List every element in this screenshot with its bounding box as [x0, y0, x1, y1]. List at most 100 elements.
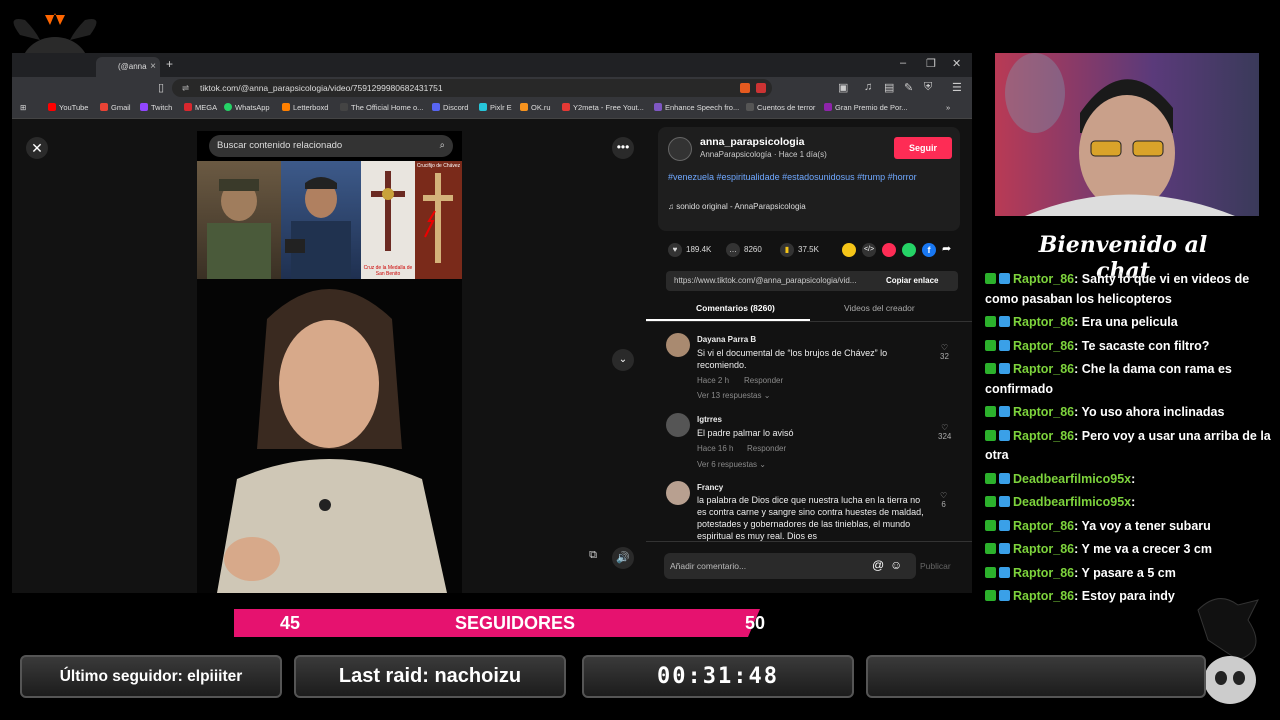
new-tab-icon[interactable]: +	[166, 57, 173, 71]
share-icon[interactable]: ➦	[942, 242, 951, 255]
bookmark-enhance-speech[interactable]: Enhance Speech fro...	[654, 103, 739, 112]
repost-icon[interactable]	[882, 243, 896, 257]
brave-shield-icon[interactable]	[740, 83, 750, 93]
pip-icon[interactable]: ⧉	[584, 549, 602, 567]
embed-icon[interactable]: </>	[862, 243, 876, 257]
search-icon[interactable]: ⌕	[440, 135, 445, 157]
tab-tiktok[interactable]: (@anna ×	[96, 57, 160, 77]
next-video-icon[interactable]: ⌄	[612, 349, 634, 371]
bookmark-y2meta[interactable]: Y2meta - Free Yout...	[562, 103, 644, 112]
mod-badge-icon	[985, 429, 996, 441]
comment-author[interactable]: Dayana Parra B	[697, 335, 756, 344]
close-video-icon[interactable]: ✕	[26, 137, 48, 159]
bookmark-official-home[interactable]: The Official Home o...	[340, 103, 423, 112]
chat-username[interactable]: Raptor_86	[1013, 519, 1074, 533]
reply-button[interactable]: Responder	[744, 376, 783, 385]
heart-outline-icon: ♡	[940, 343, 949, 352]
bookmark-pixlr[interactable]: Pixlr E	[479, 103, 512, 112]
bookmark-whatsapp[interactable]: WhatsApp	[224, 103, 270, 112]
sound-row[interactable]: ♫ sonido original - AnnaParapsicologia	[668, 202, 806, 211]
tab-comments[interactable]: Comentarios (8260)	[696, 303, 775, 313]
sub-badge-icon	[999, 566, 1010, 578]
chat-username[interactable]: Raptor_86	[1013, 405, 1074, 419]
bookmark-icon[interactable]: ▯	[158, 81, 164, 94]
video-player[interactable]: Buscar contenido relacionado ⌕ Cruz de l…	[197, 131, 462, 593]
puzzle-icon[interactable]: ✎	[904, 81, 913, 94]
comment-author[interactable]: lgtrres	[697, 415, 722, 424]
author-name[interactable]: anna_parapsicologia	[700, 136, 804, 148]
like-action[interactable]: ♥ 189.4K	[668, 243, 711, 257]
coin-icon[interactable]	[842, 243, 856, 257]
comment-like[interactable]: ♡ 32	[940, 343, 949, 361]
tab-creator-videos[interactable]: Videos del creador	[844, 303, 915, 313]
music-note-icon: ♫	[668, 202, 677, 211]
wallet-icon[interactable]: ⛨	[924, 81, 932, 94]
reply-button[interactable]: Responder	[747, 444, 786, 453]
save-action[interactable]: ▮ 37.5K	[780, 243, 819, 257]
author-avatar[interactable]	[668, 137, 692, 161]
view-replies-button[interactable]: Ver 13 respuestas ⌄	[697, 391, 770, 400]
hashtags[interactable]: #venezuela #espiritualidade #estadosunid…	[668, 171, 928, 183]
site-info-icon[interactable]: ⇌	[182, 79, 189, 97]
bookmark-twitch[interactable]: Twitch	[140, 103, 172, 112]
bookmark-okru[interactable]: OK.ru	[520, 103, 551, 112]
mention-icon[interactable]: @	[872, 558, 884, 572]
whatsapp-share-icon[interactable]	[902, 243, 916, 257]
chat-username[interactable]: Raptor_86	[1013, 542, 1074, 556]
menu-icon[interactable]: ☰	[952, 81, 962, 94]
follow-button[interactable]: Seguir	[894, 137, 952, 159]
heart-outline-icon: ♡	[940, 491, 948, 500]
close-window-icon[interactable]: ✕	[952, 57, 961, 70]
extension-icon[interactable]: ▣	[838, 81, 848, 94]
bookmark-youtube[interactable]: YouTube	[48, 103, 88, 112]
chat-username[interactable]: Raptor_86	[1013, 272, 1074, 286]
chat-message: Raptor_86: Ya voy a tener subaru	[985, 517, 1275, 537]
facebook-share-icon[interactable]: f	[922, 243, 936, 257]
media-icon[interactable]: ♫	[864, 81, 872, 93]
chat-username[interactable]: Raptor_86	[1013, 566, 1074, 580]
sidebar-icon[interactable]: ▤	[884, 81, 894, 94]
apps-icon[interactable]: ⊞	[20, 103, 26, 112]
chat-username[interactable]: Deadbearfilmico95x	[1013, 472, 1131, 486]
bookmarks-overflow-icon[interactable]: »	[946, 103, 950, 112]
bookmark-cuentos[interactable]: Cuentos de terror	[746, 103, 815, 112]
chat-text: : Yo uso ahora inclinadas	[1074, 405, 1225, 419]
comment-action[interactable]: … 8260	[726, 243, 762, 257]
tab-close-icon[interactable]: ×	[150, 57, 156, 77]
comment-author[interactable]: Francy	[697, 483, 723, 492]
comment-like[interactable]: ♡ 324	[938, 423, 951, 441]
video-link[interactable]: https://www.tiktok.com/@anna_parapsicolo…	[674, 276, 856, 285]
more-options-icon[interactable]: •••	[612, 137, 634, 159]
related-search-field[interactable]: Buscar contenido relacionado ⌕	[209, 135, 453, 157]
emoji-icon[interactable]: ☺	[890, 558, 902, 572]
comment-input[interactable]: Añadir comentario... @ ☺	[664, 553, 916, 579]
mod-badge-icon	[985, 519, 996, 531]
volume-icon[interactable]: 🔊	[612, 547, 634, 569]
url-field[interactable]: ⇌ tiktok.com/@anna_parapsicologia/video/…	[172, 79, 772, 97]
sub-badge-icon	[999, 406, 1010, 417]
bookmark-discord[interactable]: Discord	[432, 103, 468, 112]
commenter-avatar[interactable]	[666, 333, 690, 357]
chat-message: Raptor_86: Pero voy a usar una arriba de…	[985, 427, 1275, 466]
commenter-avatar[interactable]	[666, 481, 690, 505]
bookmark-letterboxd[interactable]: Letterboxd	[282, 103, 328, 112]
view-replies-button[interactable]: Ver 6 respuestas ⌄	[697, 460, 766, 469]
copy-link-button[interactable]: Copiar enlace	[886, 276, 938, 285]
like-count: 189.4K	[686, 245, 712, 254]
chat-username[interactable]: Raptor_86	[1013, 589, 1074, 603]
chat-username[interactable]: Raptor_86	[1013, 362, 1074, 376]
bookmark-gmail[interactable]: Gmail	[100, 103, 131, 112]
commenter-avatar[interactable]	[666, 413, 690, 437]
rewards-icon[interactable]	[756, 83, 766, 93]
bookmark-mega[interactable]: MEGA	[184, 103, 217, 112]
comment-like[interactable]: ♡ 6	[940, 491, 947, 509]
chat-username[interactable]: Deadbearfilmico95x	[1013, 495, 1131, 509]
maximize-icon[interactable]: ❐	[926, 57, 936, 70]
publish-button[interactable]: Publicar	[920, 561, 951, 571]
bookmark-gran-premio[interactable]: Gran Premio de Por...	[824, 103, 908, 112]
chat-username[interactable]: Raptor_86	[1013, 315, 1074, 329]
chat-username[interactable]: Raptor_86	[1013, 429, 1074, 443]
chat-text: : Era una pelicula	[1074, 315, 1178, 329]
minimize-icon[interactable]: –	[900, 57, 906, 69]
chat-username[interactable]: Raptor_86	[1013, 339, 1074, 353]
